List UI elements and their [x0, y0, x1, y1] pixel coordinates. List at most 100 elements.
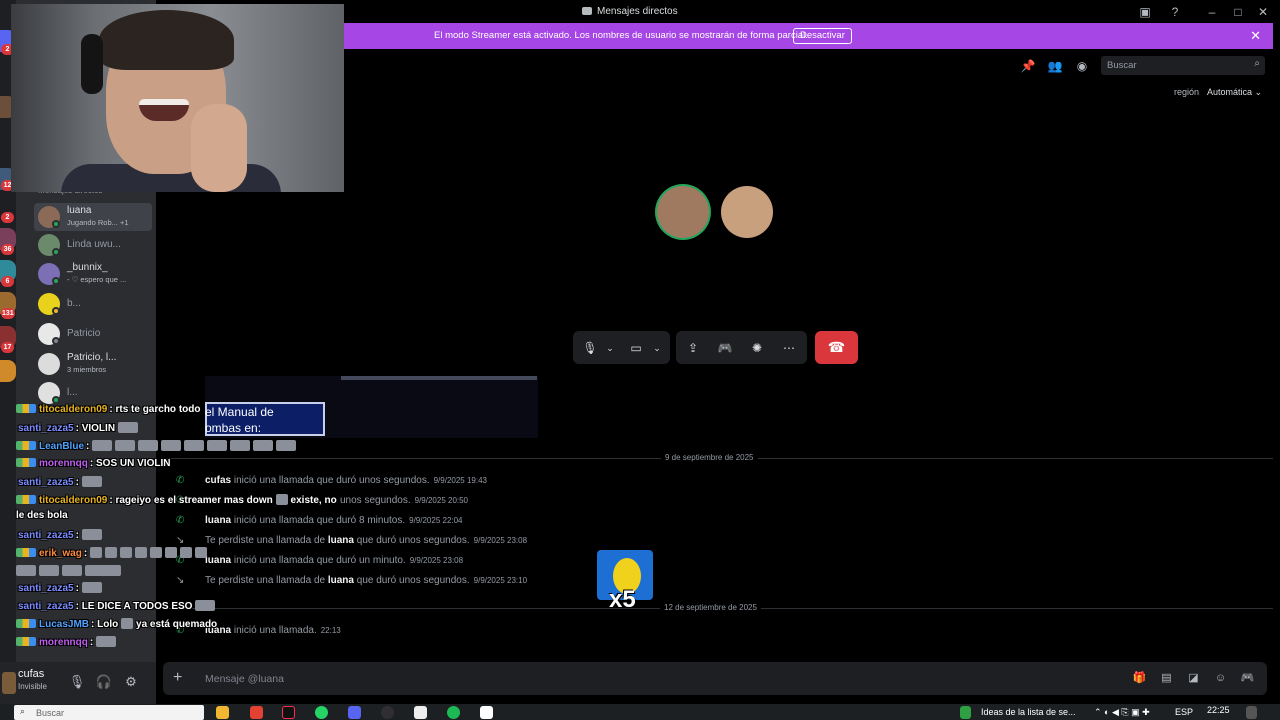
monitor-icon[interactable]: ▣ [1137, 4, 1153, 20]
spotify-icon[interactable] [447, 706, 460, 719]
clock[interactable]: 22:25 [1207, 705, 1230, 715]
dm-item-luana[interactable]: luana Jugando Rob... +1 [34, 203, 152, 231]
discord-icon[interactable] [348, 706, 361, 719]
microphone-icon[interactable]: 🎙 [67, 672, 87, 692]
camera-off-icon[interactable]: ▭ [627, 339, 645, 357]
tray-icons[interactable]: ⌃ ◐ ◀ ⎘ ▣ ✚ [1094, 707, 1150, 718]
chat-line: titocalderon09: rts te garcho todo [16, 404, 200, 415]
taskbar-notification[interactable]: Ideas de la lista de se... [981, 707, 1076, 717]
unread-badge: 36 [1, 244, 14, 255]
dm-member-count: 3 miembros [67, 365, 107, 374]
headphones-icon[interactable]: 🎧 [94, 672, 114, 692]
emote-icon [92, 440, 113, 451]
badge-icon [16, 637, 36, 646]
emote-icon [275, 494, 288, 505]
notepad-icon[interactable] [480, 706, 493, 719]
emote-icon [207, 440, 228, 451]
dm-item[interactable]: Linda uwu... [34, 231, 152, 259]
file-explorer-icon[interactable] [216, 706, 229, 719]
gear-icon[interactable]: ⚙ [121, 672, 141, 692]
region-select[interactable]: Automática ⌄ [1207, 87, 1262, 98]
pin-icon[interactable]: 📌 [1020, 58, 1036, 74]
chrome-icon[interactable] [250, 706, 263, 719]
avatar[interactable] [2, 672, 16, 694]
status-offline-icon [52, 337, 60, 345]
emote-icon [89, 547, 102, 558]
status-online-icon [52, 248, 60, 256]
dm-item[interactable]: _bunnix_ - ♡ espero que ... [34, 260, 152, 288]
user-name: cufas [18, 668, 45, 680]
chat-line: LucasJMB: Lolo ya está quemado [16, 618, 217, 630]
microphone-icon[interactable]: 🎙 [581, 339, 599, 357]
webcam-figure [139, 99, 189, 121]
badge-icon [16, 441, 36, 450]
unread-badge: 6 [1, 276, 14, 287]
chevron-down-icon[interactable]: ⌄ [601, 339, 619, 357]
message-input[interactable] [205, 671, 1065, 686]
dm-item[interactable]: Patricio [34, 320, 152, 348]
dm-item-group[interactable]: Patricio, l... 3 miembros [34, 350, 152, 378]
apps-icon[interactable]: 🎮 [1240, 671, 1255, 686]
tiktok-icon[interactable] [282, 706, 295, 719]
emote-icon [85, 565, 121, 576]
badge-icon [16, 495, 36, 504]
emote-icon [119, 547, 132, 558]
help-icon[interactable]: ? [1167, 4, 1183, 20]
sticker-icon[interactable]: ◪ [1186, 671, 1201, 686]
emote-icon [115, 440, 136, 451]
message-composer: + 🎁 ▤ ◪ ☺ 🎮 [163, 662, 1267, 695]
dm-name: luana [67, 205, 92, 216]
chevron-down-icon: ⌄ [1254, 87, 1263, 97]
add-attachment-icon[interactable]: + [173, 669, 182, 687]
dm-name: Patricio [67, 328, 101, 339]
emote-icon [138, 440, 159, 451]
gift-icon[interactable]: 🎁 [1132, 671, 1147, 686]
close-icon[interactable]: ✕ [1255, 4, 1271, 20]
emote-icon [194, 547, 207, 558]
capcut-icon[interactable] [414, 706, 427, 719]
emote-icon [179, 547, 192, 558]
webcam-overlay [11, 4, 344, 192]
whatsapp-icon[interactable] [315, 706, 328, 719]
call-participant-avatar[interactable] [721, 186, 773, 238]
gif-icon[interactable]: ▤ [1159, 671, 1174, 686]
chevron-down-icon[interactable]: ⌄ [648, 339, 666, 357]
dm-name: l... [67, 387, 78, 398]
close-icon[interactable]: ✕ [1250, 28, 1261, 44]
activity-icon[interactable]: 🎮 [716, 339, 734, 357]
emote-icon [39, 565, 59, 576]
chat-line: le des bola [16, 510, 68, 521]
server-icon[interactable] [0, 360, 16, 382]
chat-line: erik_wag: [16, 547, 210, 559]
dm-name: Patricio, l... [67, 352, 117, 363]
dm-item[interactable]: b... [34, 290, 152, 318]
title-bar: Mensajes directos ▣ ? – □ ✕ [344, 0, 1280, 23]
emote-icon [149, 547, 162, 558]
dm-activity: - ♡ espero que ... [67, 275, 127, 284]
obs-icon[interactable] [381, 706, 394, 719]
more-options-icon[interactable]: ⋯ [780, 339, 798, 357]
dm-name: _bunnix_ [67, 262, 108, 273]
dm-name: Linda uwu... [67, 239, 121, 250]
notifications-center-icon[interactable] [1246, 706, 1257, 719]
banner-text: El modo Streamer está activado. Los nomb… [434, 30, 808, 41]
minimize-icon[interactable]: – [1204, 4, 1220, 20]
date-divider-label: 12 de septiembre de 2025 [660, 603, 761, 612]
call-participant-avatar[interactable] [657, 186, 709, 238]
media-band [341, 376, 537, 380]
user-profile-icon[interactable]: ◉ [1074, 58, 1090, 74]
chat-line: morennqq: [16, 636, 119, 648]
emoji-icon[interactable]: ☺ [1213, 671, 1228, 686]
disconnect-call-button[interactable]: ☎ [815, 331, 858, 364]
deactivate-button[interactable]: Desactivar [793, 28, 852, 44]
taskbar-search[interactable]: ⌕ Buscar [14, 705, 204, 720]
search-bar[interactable]: ⌕ [1101, 56, 1265, 75]
search-input[interactable] [1107, 58, 1247, 73]
maximize-icon[interactable]: □ [1230, 4, 1246, 20]
screen-share-icon[interactable]: ⇪ [684, 339, 702, 357]
call-controls-audio: 🎙 ⌄ ▭ ⌄ [573, 331, 670, 364]
soundboard-icon[interactable]: ✺ [748, 339, 766, 357]
language-indicator[interactable]: ESP [1175, 707, 1193, 717]
status-idle-icon [52, 307, 60, 315]
add-friend-icon[interactable]: 👥 [1047, 58, 1063, 74]
